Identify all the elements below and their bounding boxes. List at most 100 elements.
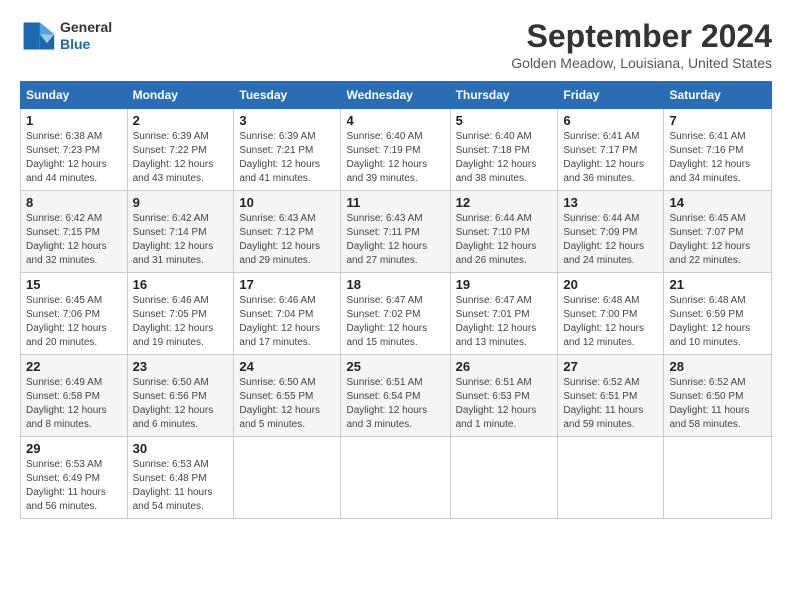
table-row: 4 Sunrise: 6:40 AM Sunset: 7:19 PM Daylig…: [341, 109, 450, 191]
table-row: 11Sunrise: 6:43 AM Sunset: 7:11 PM Dayli…: [341, 191, 450, 273]
table-row: 15 Sunrise: 6:45 AM Sunset: 7:06 PM Dayli…: [21, 273, 128, 355]
day-info: Sunrise: 6:42 AM Sunset: 7:15 PM Dayligh…: [26, 212, 122, 268]
table-row: 26Sunrise: 6:51 AM Sunset: 6:53 PM Dayli…: [450, 355, 558, 437]
day-number: 13: [563, 195, 658, 210]
month-title: September 2024: [511, 18, 772, 55]
col-friday: Friday: [558, 82, 664, 109]
logo-text: General Blue: [60, 19, 112, 53]
day-info: Sunrise: 6:50 AM Sunset: 6:56 PM Dayligh…: [133, 376, 229, 432]
table-row: 19Sunrise: 6:47 AM Sunset: 7:01 PM Dayli…: [450, 273, 558, 355]
logo-icon: [20, 18, 56, 54]
day-info: Sunrise: 6:38 AM Sunset: 7:23 PM Dayligh…: [26, 130, 122, 186]
day-info: Sunrise: 6:39 AM Sunset: 7:21 PM Dayligh…: [239, 130, 335, 186]
day-info: Sunrise: 6:48 AM Sunset: 7:00 PM Dayligh…: [563, 294, 658, 350]
col-sunday: Sunday: [21, 82, 128, 109]
day-number: 14: [669, 195, 766, 210]
location-title: Golden Meadow, Louisiana, United States: [511, 55, 772, 71]
table-row: 16 Sunrise: 6:46 AM Sunset: 7:05 PM Dayli…: [127, 273, 234, 355]
table-row: 22Sunrise: 6:49 AM Sunset: 6:58 PM Dayli…: [21, 355, 128, 437]
day-number: 10: [239, 195, 335, 210]
table-row: 20 Sunrise: 6:48 AM Sunset: 7:00 PM Dayli…: [558, 273, 664, 355]
table-row: 6 Sunrise: 6:41 AM Sunset: 7:17 PM Daylig…: [558, 109, 664, 191]
table-row: 23 Sunrise: 6:50 AM Sunset: 6:56 PM Dayli…: [127, 355, 234, 437]
day-info: Sunrise: 6:44 AM Sunset: 7:09 PM Dayligh…: [563, 212, 658, 268]
col-wednesday: Wednesday: [341, 82, 450, 109]
day-number: 11: [346, 195, 444, 210]
day-number: 18: [346, 277, 444, 292]
calendar-table: Sunday Monday Tuesday Wednesday Thursday…: [20, 81, 772, 519]
day-number: 30: [133, 441, 229, 456]
col-monday: Monday: [127, 82, 234, 109]
day-info: Sunrise: 6:41 AM Sunset: 7:16 PM Dayligh…: [669, 130, 766, 186]
day-number: 25: [346, 359, 444, 374]
day-number: 15: [26, 277, 122, 292]
page: General Blue September 2024 Golden Meado…: [0, 0, 792, 529]
day-info: Sunrise: 6:53 AM Sunset: 6:48 PM Dayligh…: [133, 458, 229, 514]
table-row: 14 Sunrise: 6:45 AM Sunset: 7:07 PM Dayli…: [664, 191, 772, 273]
day-number: 23: [133, 359, 229, 374]
day-number: 3: [239, 113, 335, 128]
day-info: Sunrise: 6:39 AM Sunset: 7:22 PM Dayligh…: [133, 130, 229, 186]
day-number: 20: [563, 277, 658, 292]
table-row: [664, 437, 772, 519]
day-info: Sunrise: 6:44 AM Sunset: 7:10 PM Dayligh…: [456, 212, 553, 268]
table-row: 28 Sunrise: 6:52 AM Sunset: 6:50 PM Dayli…: [664, 355, 772, 437]
day-info: Sunrise: 6:41 AM Sunset: 7:17 PM Dayligh…: [563, 130, 658, 186]
day-number: 24: [239, 359, 335, 374]
day-info: Sunrise: 6:47 AM Sunset: 7:02 PM Dayligh…: [346, 294, 444, 350]
table-row: 21 Sunrise: 6:48 AM Sunset: 6:59 PM Dayli…: [664, 273, 772, 355]
day-info: Sunrise: 6:48 AM Sunset: 6:59 PM Dayligh…: [669, 294, 766, 350]
day-number: 17: [239, 277, 335, 292]
day-info: Sunrise: 6:46 AM Sunset: 7:05 PM Dayligh…: [133, 294, 229, 350]
day-number: 8: [26, 195, 122, 210]
day-info: Sunrise: 6:49 AM Sunset: 6:58 PM Dayligh…: [26, 376, 122, 432]
day-number: 16: [133, 277, 229, 292]
table-row: 2Sunrise: 6:39 AM Sunset: 7:22 PM Daylig…: [127, 109, 234, 191]
day-number: 12: [456, 195, 553, 210]
table-row: [450, 437, 558, 519]
day-number: 21: [669, 277, 766, 292]
header-row: Sunday Monday Tuesday Wednesday Thursday…: [21, 82, 772, 109]
table-row: 24 Sunrise: 6:50 AM Sunset: 6:55 PM Dayli…: [234, 355, 341, 437]
table-row: 8 Sunrise: 6:42 AM Sunset: 7:15 PM Daylig…: [21, 191, 128, 273]
table-row: 30 Sunrise: 6:53 AM Sunset: 6:48 PM Dayli…: [127, 437, 234, 519]
day-number: 29: [26, 441, 122, 456]
table-row: [234, 437, 341, 519]
table-row: [558, 437, 664, 519]
title-section: September 2024 Golden Meadow, Louisiana,…: [511, 18, 772, 71]
table-row: 5 Sunrise: 6:40 AM Sunset: 7:18 PM Daylig…: [450, 109, 558, 191]
col-tuesday: Tuesday: [234, 82, 341, 109]
day-info: Sunrise: 6:43 AM Sunset: 7:12 PM Dayligh…: [239, 212, 335, 268]
day-info: Sunrise: 6:42 AM Sunset: 7:14 PM Dayligh…: [133, 212, 229, 268]
table-row: 10 Sunrise: 6:43 AM Sunset: 7:12 PM Dayli…: [234, 191, 341, 273]
day-info: Sunrise: 6:53 AM Sunset: 6:49 PM Dayligh…: [26, 458, 122, 514]
day-number: 9: [133, 195, 229, 210]
col-thursday: Thursday: [450, 82, 558, 109]
header: General Blue September 2024 Golden Meado…: [20, 18, 772, 71]
day-number: 1: [26, 113, 122, 128]
day-number: 28: [669, 359, 766, 374]
day-number: 6: [563, 113, 658, 128]
logo: General Blue: [20, 18, 112, 54]
day-number: 4: [346, 113, 444, 128]
table-row: [341, 437, 450, 519]
day-info: Sunrise: 6:45 AM Sunset: 7:06 PM Dayligh…: [26, 294, 122, 350]
day-info: Sunrise: 6:40 AM Sunset: 7:18 PM Dayligh…: [456, 130, 553, 186]
table-row: 12 Sunrise: 6:44 AM Sunset: 7:10 PM Dayli…: [450, 191, 558, 273]
table-row: 3 Sunrise: 6:39 AM Sunset: 7:21 PM Daylig…: [234, 109, 341, 191]
day-info: Sunrise: 6:40 AM Sunset: 7:19 PM Dayligh…: [346, 130, 444, 186]
table-row: 17 Sunrise: 6:46 AM Sunset: 7:04 PM Dayli…: [234, 273, 341, 355]
day-info: Sunrise: 6:52 AM Sunset: 6:50 PM Dayligh…: [669, 376, 766, 432]
day-info: Sunrise: 6:46 AM Sunset: 7:04 PM Dayligh…: [239, 294, 335, 350]
day-info: Sunrise: 6:52 AM Sunset: 6:51 PM Dayligh…: [563, 376, 658, 432]
day-number: 5: [456, 113, 553, 128]
table-row: 13 Sunrise: 6:44 AM Sunset: 7:09 PM Dayli…: [558, 191, 664, 273]
table-row: 9 Sunrise: 6:42 AM Sunset: 7:14 PM Daylig…: [127, 191, 234, 273]
day-info: Sunrise: 6:50 AM Sunset: 6:55 PM Dayligh…: [239, 376, 335, 432]
table-row: 25Sunrise: 6:51 AM Sunset: 6:54 PM Dayli…: [341, 355, 450, 437]
table-row: 1 Sunrise: 6:38 AM Sunset: 7:23 PM Daylig…: [21, 109, 128, 191]
day-info: Sunrise: 6:45 AM Sunset: 7:07 PM Dayligh…: [669, 212, 766, 268]
day-number: 27: [563, 359, 658, 374]
table-row: 29 Sunrise: 6:53 AM Sunset: 6:49 PM Dayli…: [21, 437, 128, 519]
col-saturday: Saturday: [664, 82, 772, 109]
